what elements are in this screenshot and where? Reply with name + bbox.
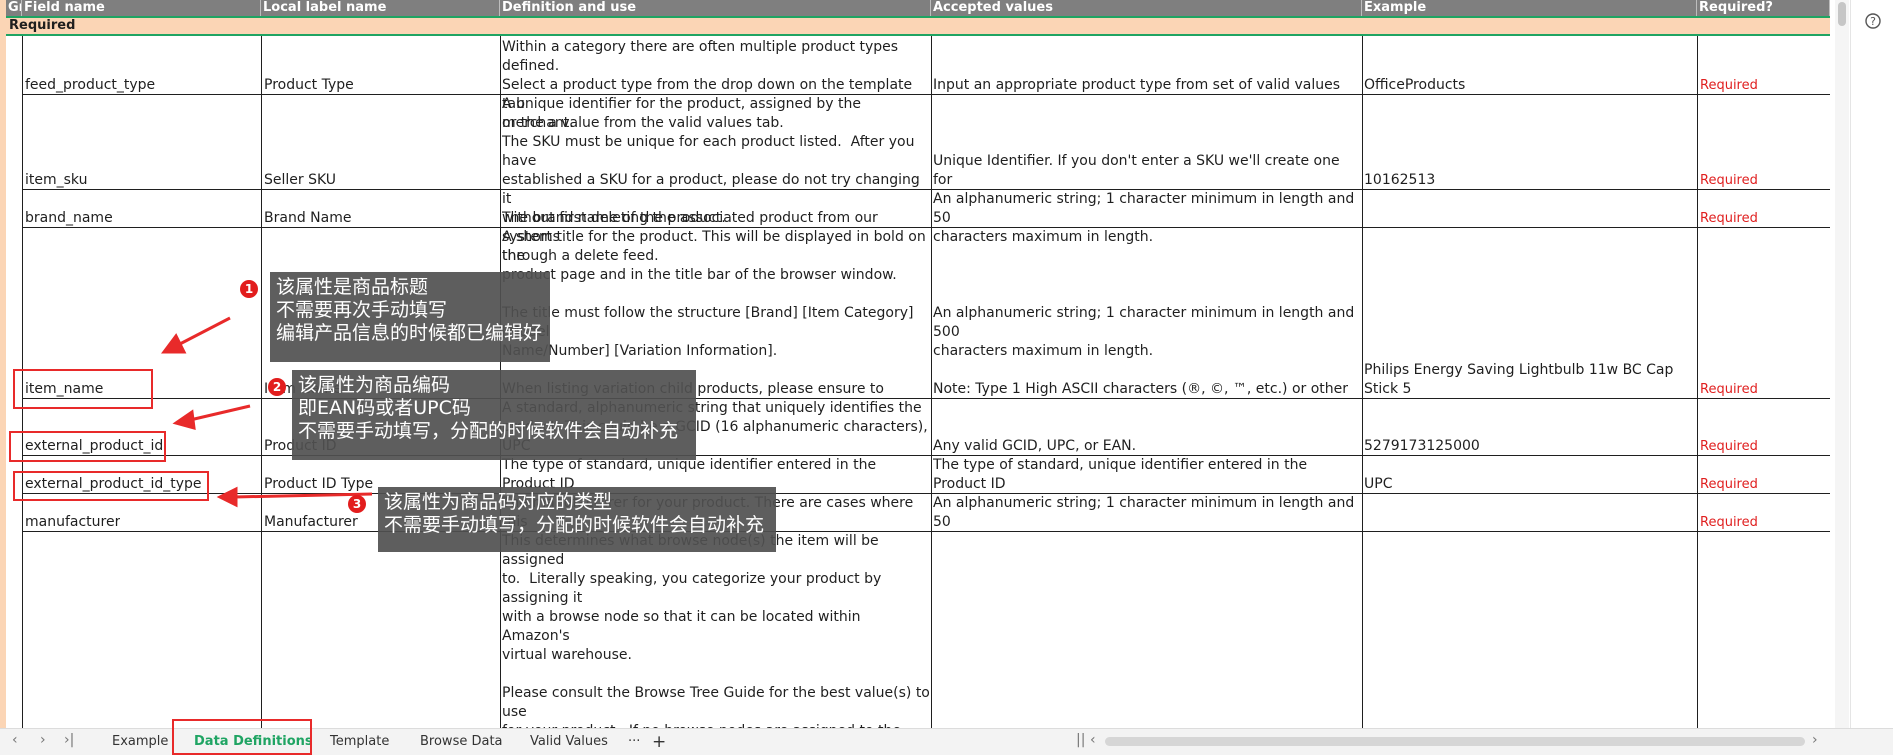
arrow-3-head-icon xyxy=(216,486,238,508)
cell-accepted[interactable]: Unique Identifier. If you don't enter a … xyxy=(933,152,1361,189)
callout-3: 该属性为商品码对应的类型 不需要手动填写，分配的时候软件会自动补充 xyxy=(378,487,776,552)
cell-example[interactable]: UPC xyxy=(1364,475,1392,494)
cell-required[interactable]: Required xyxy=(1700,209,1758,228)
callout-2-line3: 不需要手动填写，分配的时候软件会自动补充 xyxy=(298,420,679,442)
cell-required[interactable]: Required xyxy=(1700,437,1758,456)
cell-accepted[interactable]: The type of standard, unique identifier … xyxy=(933,456,1361,493)
nav-last-icon[interactable]: ›| xyxy=(64,732,74,748)
cell-example[interactable]: OfficeProducts xyxy=(1364,76,1465,95)
cell-required[interactable]: Required xyxy=(1700,513,1758,532)
cell-example[interactable]: 10162513 xyxy=(1364,171,1435,190)
arrow-2-head-icon xyxy=(172,409,196,431)
cell-definition[interactable]: The brand name of the product. xyxy=(502,209,930,228)
cell-required[interactable]: Required xyxy=(1700,380,1758,399)
arrow-1-head-icon xyxy=(161,333,187,354)
cell-accepted[interactable]: An alphanumeric string; 1 character mini… xyxy=(933,494,1361,531)
callout-2: 该属性为商品编码 即EAN码或者UPC码 不需要手动填写，分配的时候软件会自动补… xyxy=(292,370,696,460)
cell-field[interactable]: item_sku xyxy=(25,171,87,190)
grid-line xyxy=(261,36,262,728)
highlight-external-product-id-type xyxy=(13,471,209,501)
more-tabs-icon[interactable]: ··· xyxy=(628,732,640,752)
svg-text:?: ? xyxy=(1870,15,1876,28)
arrow-1-icon xyxy=(175,316,231,348)
grid-line xyxy=(931,36,932,728)
cell-field[interactable]: feed_product_type xyxy=(25,76,155,95)
cell-label[interactable]: Seller SKU xyxy=(264,171,336,190)
cell-accepted[interactable]: An alphanumeric string; 1 character mini… xyxy=(933,304,1361,398)
right-panel: ? xyxy=(1850,0,1893,754)
spreadsheet-grid[interactable]: Gr Field name Local label name Definitio… xyxy=(0,0,1830,728)
callout-2-line1: 该属性为商品编码 xyxy=(298,374,451,396)
callout-3-line2: 不需要手动填写，分配的时候软件会自动补充 xyxy=(384,514,765,536)
add-sheet-icon[interactable]: + xyxy=(652,732,666,752)
header-example[interactable]: Example xyxy=(1362,0,1697,16)
cell-field[interactable]: manufacturer xyxy=(25,513,120,532)
cell-definition[interactable]: This determines what browse node(s) the … xyxy=(502,532,930,728)
cell-label[interactable]: Product ID Type xyxy=(264,475,373,494)
cell-required[interactable]: Required xyxy=(1700,171,1758,190)
highlight-item-name xyxy=(13,369,153,409)
nav-next-icon[interactable]: › xyxy=(40,732,46,748)
cell-field[interactable]: brand_name xyxy=(25,209,113,228)
cell-label[interactable]: Manufacturer xyxy=(264,513,358,532)
cell-accepted[interactable]: Any valid GCID, UPC, or EAN. xyxy=(933,437,1361,456)
header-definition[interactable]: Definition and use xyxy=(500,0,931,16)
callout-1-line1: 该属性是商品标题 xyxy=(276,276,429,298)
cell-accepted[interactable]: An alphanumeric string; 1 character mini… xyxy=(933,190,1361,247)
nav-prev-icon[interactable]: ‹ xyxy=(12,732,18,748)
arrow-2-icon xyxy=(189,404,251,422)
header-field-name[interactable]: Field name xyxy=(22,0,261,16)
cell-required[interactable]: Required xyxy=(1700,475,1758,494)
group-row-required[interactable]: Required xyxy=(6,16,1830,36)
tab-browse-data[interactable]: Browse Data xyxy=(420,732,503,752)
cell-label[interactable]: Brand Name xyxy=(264,209,351,228)
cell-example[interactable]: 5279173125000 xyxy=(1364,437,1480,456)
vertical-scrollbar[interactable] xyxy=(1835,0,1849,728)
cell-accepted[interactable]: Input an appropriate product type from s… xyxy=(933,76,1361,95)
callout-1: 该属性是商品标题 不需要再次手动填写 编辑产品信息的时候都已编辑好 xyxy=(270,272,550,362)
cell-example[interactable]: Philips Energy Saving Lightbulb 11w BC C… xyxy=(1364,361,1696,398)
header-required[interactable]: Required? xyxy=(1697,0,1830,16)
callout-badge-2: 2 xyxy=(268,378,286,396)
cell-required[interactable]: Required xyxy=(1700,76,1758,95)
callout-badge-1: 1 xyxy=(240,280,258,298)
scroll-right-icon[interactable]: › xyxy=(1812,732,1818,748)
tab-valid-values[interactable]: Valid Values xyxy=(530,732,608,752)
highlight-external-product-id xyxy=(9,431,166,462)
help-icon[interactable]: ? xyxy=(1865,13,1881,29)
tab-example[interactable]: Example xyxy=(112,732,168,752)
grid-line xyxy=(1362,36,1363,728)
callout-1-line2: 不需要再次手动填写 xyxy=(276,299,448,321)
header-local-label[interactable]: Local label name xyxy=(261,0,500,16)
hscroll-divider[interactable]: || xyxy=(1076,732,1085,748)
header-accepted-values[interactable]: Accepted values xyxy=(931,0,1362,16)
callout-2-line2: 即EAN码或者UPC码 xyxy=(298,397,471,419)
tab-template[interactable]: Template xyxy=(330,732,389,752)
horizontal-scrollbar[interactable] xyxy=(1105,737,1805,746)
scroll-left-icon[interactable]: ‹ xyxy=(1090,732,1096,748)
header-group[interactable]: Gr xyxy=(6,0,22,16)
highlight-active-tab xyxy=(172,719,312,755)
vertical-scroll-thumb[interactable] xyxy=(1838,2,1846,26)
sheet-tab-bar: ‹ › ›| Example Data Definitions Template… xyxy=(0,719,1893,755)
callout-badge-3: 3 xyxy=(348,495,366,513)
callout-1-line3: 编辑产品信息的时候都已编辑好 xyxy=(276,322,543,344)
grid-line xyxy=(1697,36,1698,728)
callout-3-line1: 该属性为商品码对应的类型 xyxy=(384,491,613,513)
group-strip xyxy=(0,0,6,728)
cell-label[interactable]: Product Type xyxy=(264,76,354,95)
